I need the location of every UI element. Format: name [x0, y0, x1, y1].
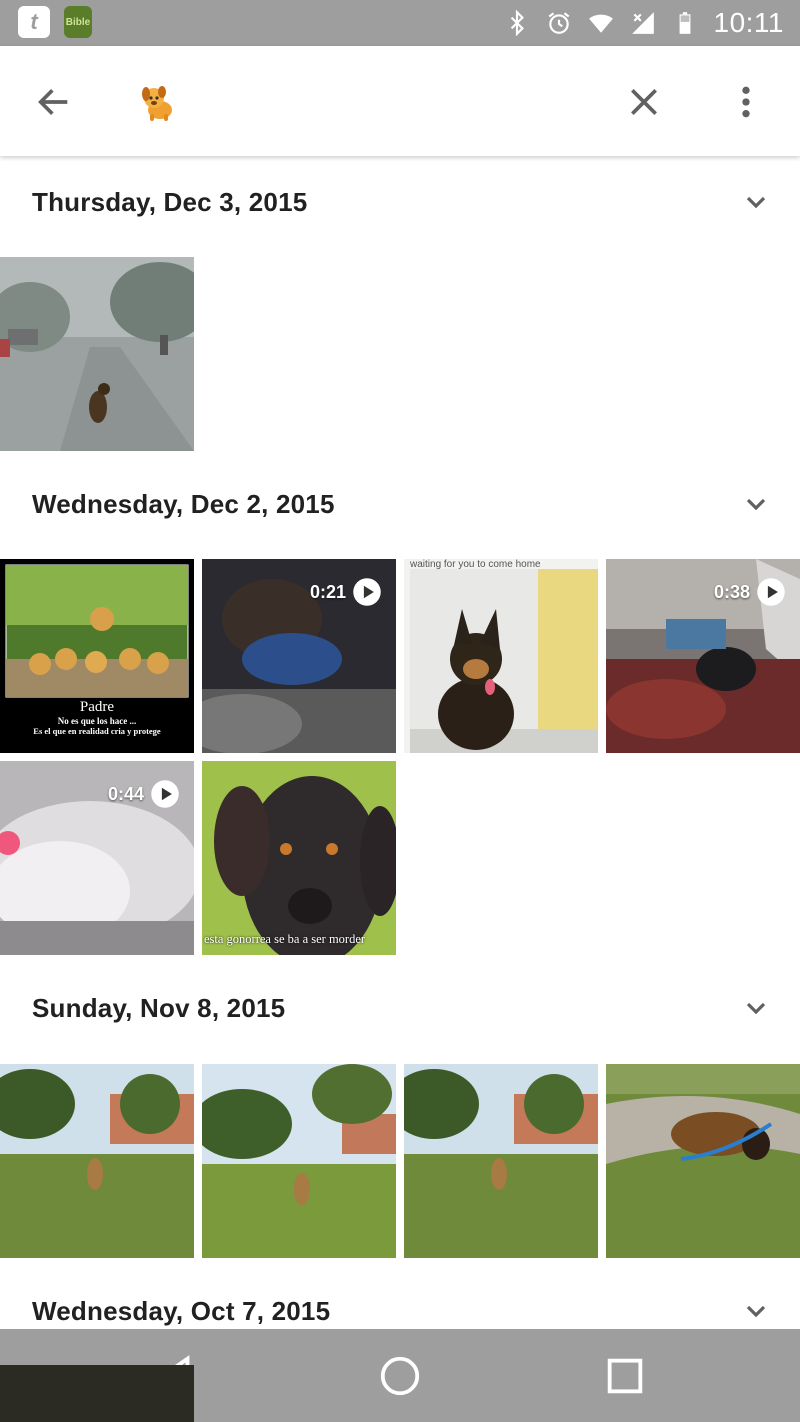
- wifi-icon: [588, 14, 613, 33]
- tumblr-app-icon: t: [18, 6, 50, 38]
- video-thumbnail[interactable]: 0:44: [0, 761, 194, 955]
- home-nav-icon[interactable]: [377, 1353, 423, 1399]
- chevron-down-icon[interactable]: [740, 488, 772, 520]
- photo-thumbnail[interactable]: [202, 1064, 396, 1258]
- chevron-down-icon[interactable]: [740, 186, 772, 218]
- play-icon: [757, 578, 785, 606]
- photo-thumbnail[interactable]: esta gonorrea se ba a ser morder: [202, 761, 396, 955]
- recents-nav-icon[interactable]: [602, 1353, 648, 1399]
- signal-icon: [631, 12, 654, 34]
- photo-thumbnail[interactable]: Padre No es que los hace ... Es el que e…: [0, 559, 194, 753]
- photo-thumbnail[interactable]: [606, 1064, 800, 1258]
- arrow-left-icon[interactable]: [34, 82, 74, 122]
- meme-bottom-text: esta gonorrea se ba a ser morder: [204, 932, 366, 946]
- battery-icon: [679, 12, 690, 34]
- photo-thumbnail[interactable]: [0, 257, 194, 451]
- video-duration: 0:44: [108, 779, 180, 809]
- photo-thumbnail[interactable]: [0, 1064, 194, 1258]
- bible-app-icon: Bible: [64, 6, 92, 38]
- video-thumbnail[interactable]: 0:38: [606, 559, 800, 753]
- date-header: Thursday, Dec 3, 2015: [32, 172, 772, 232]
- play-icon: [151, 780, 179, 808]
- video-duration: 0:21: [310, 577, 382, 607]
- bluetooth-icon: [510, 10, 524, 36]
- clock: 10:11: [713, 7, 784, 38]
- date-title: Wednesday, Oct 7, 2015: [32, 1295, 331, 1326]
- meme-caption: Padre No es que los hace ... Es el que e…: [33, 699, 161, 736]
- play-icon: [353, 578, 381, 606]
- date-title: Wednesday, Dec 2, 2015: [32, 488, 335, 519]
- date-title: Thursday, Dec 3, 2015: [32, 186, 308, 217]
- status-bar: t Bible 10:11: [0, 0, 800, 46]
- date-title: Sunday, Nov 8, 2015: [32, 992, 286, 1023]
- more-vert-icon[interactable]: [726, 82, 766, 122]
- close-icon[interactable]: [624, 82, 664, 122]
- dog-emoji-chip[interactable]: [136, 80, 180, 124]
- video-thumbnail[interactable]: 0:21: [202, 559, 396, 753]
- date-header: Wednesday, Dec 2, 2015: [32, 474, 772, 534]
- photo-thumbnail[interactable]: waiting for you to come home: [404, 559, 598, 753]
- photo-thumbnail[interactable]: [0, 1365, 194, 1422]
- meme-top-text: waiting for you to come home: [410, 559, 541, 570]
- date-header: Sunday, Nov 8, 2015: [32, 978, 772, 1038]
- system-icons: 10:11: [504, 6, 785, 40]
- video-duration: 0:38: [714, 577, 786, 607]
- chevron-down-icon[interactable]: [740, 992, 772, 1024]
- search-toolbar: [0, 46, 800, 156]
- photo-thumbnail[interactable]: [404, 1064, 598, 1258]
- alarm-icon: [548, 12, 569, 34]
- notification-icons: t Bible: [18, 6, 92, 38]
- chevron-down-icon[interactable]: [740, 1295, 772, 1327]
